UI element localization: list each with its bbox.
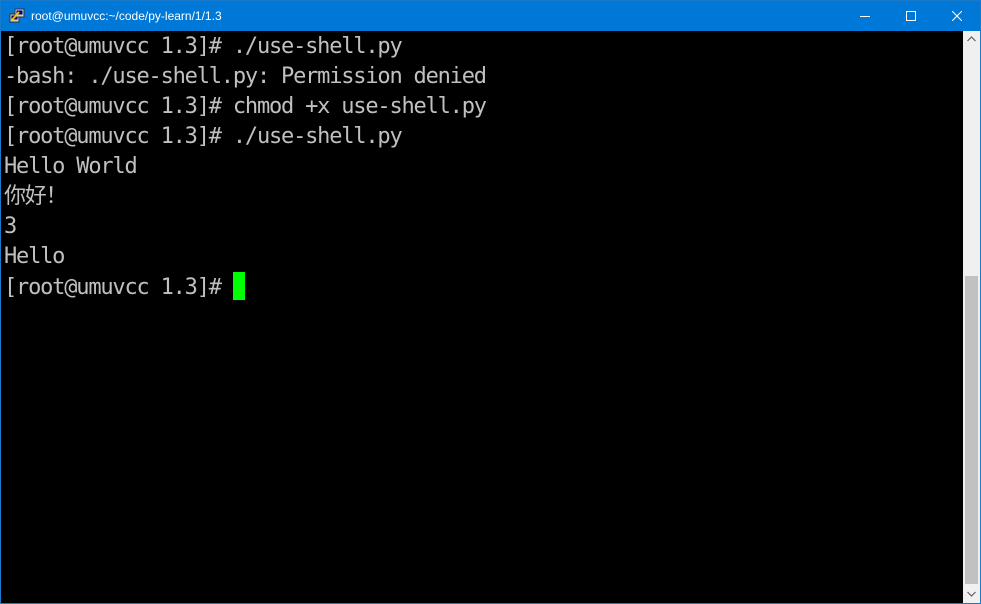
close-icon bbox=[952, 11, 962, 21]
minimize-icon bbox=[860, 16, 870, 17]
maximize-button[interactable] bbox=[888, 1, 934, 31]
maximize-icon bbox=[906, 11, 916, 21]
scroll-down-button[interactable] bbox=[963, 586, 980, 603]
terminal-lines: [root@umuvcc 1.3]# ./use-shell.py -bash:… bbox=[4, 32, 487, 302]
title-bar[interactable]: root@umuvcc:~/code/py-learn/1/1.3 bbox=[1, 1, 980, 31]
terminal-line: [root@umuvcc 1.3]# chmod +x use-shell.py bbox=[4, 94, 487, 119]
scroll-down-arrow-icon bbox=[967, 591, 976, 597]
putty-icon[interactable] bbox=[9, 8, 25, 24]
scroll-up-arrow-icon bbox=[967, 36, 976, 42]
terminal-line: -bash: ./use-shell.py: Permission denied bbox=[4, 64, 487, 89]
minimize-button[interactable] bbox=[842, 1, 888, 31]
terminal-prompt: [root@umuvcc 1.3]# bbox=[4, 275, 222, 300]
scroll-up-button[interactable] bbox=[963, 31, 980, 48]
terminal-output-area[interactable]: [root@umuvcc 1.3]# ./use-shell.py -bash:… bbox=[1, 31, 963, 603]
terminal-prompt-line: [root@umuvcc 1.3]# bbox=[4, 272, 486, 302]
terminal-line: Hello World bbox=[4, 154, 138, 179]
terminal-line: [root@umuvcc 1.3]# ./use-shell.py bbox=[4, 124, 403, 149]
close-button[interactable] bbox=[934, 1, 980, 31]
text-cursor bbox=[232, 272, 245, 300]
window-title: root@umuvcc:~/code/py-learn/1/1.3 bbox=[31, 9, 222, 23]
terminal-line: Hello bbox=[4, 244, 65, 269]
vertical-scrollbar[interactable] bbox=[963, 31, 980, 603]
terminal-window: root@umuvcc:~/code/py-learn/1/1.3 [root@… bbox=[0, 0, 981, 604]
terminal-line: 3 bbox=[4, 214, 17, 239]
terminal-line: 你好！ bbox=[4, 184, 68, 209]
terminal-line: [root@umuvcc 1.3]# ./use-shell.py bbox=[4, 34, 403, 59]
scrollbar-thumb[interactable] bbox=[965, 276, 978, 584]
